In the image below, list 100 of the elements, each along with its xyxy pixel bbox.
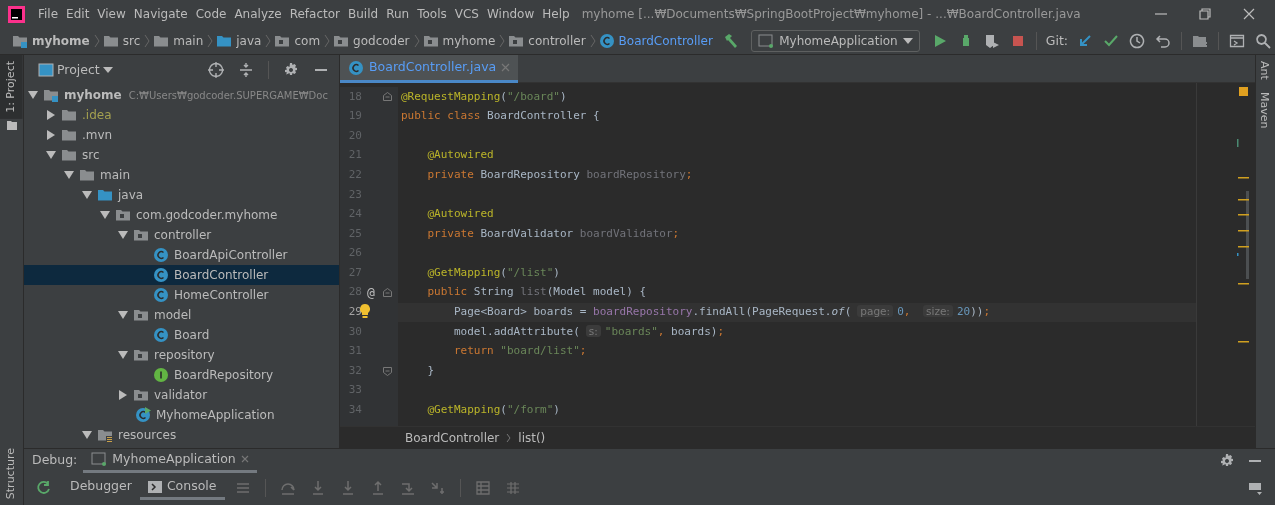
menu-item[interactable]: Run (382, 5, 414, 23)
window-icon (758, 34, 775, 48)
folder-icon (133, 387, 149, 403)
folder-grid-icon[interactable] (1192, 33, 1208, 49)
gutter-marker[interactable]: @ (362, 283, 380, 303)
restore-icon[interactable] (1197, 6, 1213, 22)
menu-item[interactable]: View (93, 5, 130, 23)
expanded-arrow-icon[interactable] (28, 90, 38, 100)
collapsed-arrow-icon[interactable] (118, 390, 128, 400)
tool-window-tab[interactable]: Ant (1256, 55, 1275, 86)
breadcrumb[interactable]: BoardController (617, 32, 714, 50)
tree-item[interactable]: java (24, 185, 339, 205)
tree-item[interactable]: BoardRepository (24, 365, 339, 385)
code-line: @Autowired (426, 147, 494, 164)
tree-item[interactable]: resources (24, 425, 339, 445)
window-icon (91, 452, 108, 466)
fold-icon[interactable] (382, 288, 392, 298)
class-icon (153, 247, 169, 263)
tool-window-tab[interactable]: 1: Project (0, 55, 23, 119)
lightbulb-icon[interactable] (360, 304, 370, 319)
caret-icon (902, 37, 913, 45)
tree-item[interactable]: .mvn (24, 125, 339, 145)
menu-item[interactable]: Code (191, 5, 231, 23)
menu-item[interactable]: File (34, 5, 63, 23)
gear-icon[interactable] (283, 62, 299, 78)
run-configuration-dropdown[interactable]: MyhomeApplication (751, 30, 920, 52)
panel-title-dropdown[interactable]: Project (34, 60, 117, 80)
tree-item[interactable]: MyhomeApplication (24, 405, 339, 425)
menu-item[interactable]: Refactor (285, 5, 345, 23)
folder-icon (115, 207, 131, 223)
tree-item[interactable]: BoardApiController (24, 245, 339, 265)
chevron-icon (506, 432, 512, 443)
window-title: myhome [...₩Documents₩SpringBootProject₩myhome] - ...₩BoardController.java (581, 6, 1081, 23)
tree-item[interactable]: main (24, 165, 339, 185)
code-line: @RequestMapping("/board") (400, 88, 567, 105)
code-line: @GetMapping("/list") (426, 264, 560, 281)
terminal-window-icon[interactable] (1229, 33, 1245, 49)
search-icon[interactable] (1255, 33, 1271, 49)
panel-tab[interactable]: Console (139, 476, 225, 500)
breadcrumb[interactable]: list() (517, 428, 547, 447)
breadcrumb[interactable]: src (121, 32, 142, 50)
fold-icon[interactable] (382, 366, 392, 376)
editor-tab[interactable]: BoardController.java (340, 55, 519, 83)
tree-item[interactable]: Board (24, 325, 339, 345)
expanded-arrow-icon[interactable] (118, 350, 128, 360)
console-icon (147, 480, 162, 493)
session-tab[interactable]: MyhomeApplication (83, 448, 257, 473)
code-line: } (426, 362, 435, 379)
menu-item[interactable]: Analyze (230, 5, 286, 23)
tree-item[interactable]: validator (24, 385, 339, 405)
menu-item[interactable]: Tools (413, 5, 451, 23)
folder-icon (79, 167, 95, 183)
clock-icon[interactable] (1129, 33, 1145, 49)
breadcrumb[interactable]: main (172, 32, 205, 50)
code-line: private BoardRepository boardRepository; (426, 166, 693, 183)
expanded-arrow-icon[interactable] (82, 430, 92, 440)
menu-item[interactable]: Edit (62, 5, 94, 23)
breadcrumb[interactable]: BoardController (404, 428, 501, 447)
tool-window-tab[interactable]: Maven (1256, 85, 1275, 135)
undo-icon[interactable] (1155, 33, 1171, 49)
tree-item[interactable]: myhome C:₩Users₩godcoder.SUPERGAME₩Doc (24, 85, 339, 105)
tree-item[interactable]: BoardController (24, 265, 339, 285)
tree-item[interactable]: controller (24, 225, 339, 245)
breadcrumb[interactable]: godcoder (352, 32, 411, 50)
breadcrumb[interactable]: controller (527, 32, 587, 50)
folder-icon (508, 33, 525, 49)
gear-icon[interactable] (1219, 452, 1235, 469)
interface-icon (153, 367, 169, 383)
close-icon[interactable] (1241, 6, 1257, 22)
folder-icon (102, 33, 119, 49)
fold-icon[interactable] (382, 92, 392, 102)
tree-item[interactable]: com.godcoder.myhome (24, 205, 339, 225)
breadcrumb[interactable]: com (293, 32, 322, 50)
breadcrumb[interactable]: myhome (441, 32, 497, 50)
tree-item[interactable]: src (24, 145, 339, 165)
tree-item[interactable]: .idea (24, 105, 339, 125)
update-arrow-icon[interactable] (1077, 33, 1093, 49)
hammer-icon[interactable] (723, 33, 740, 49)
menu-item[interactable]: Build (344, 5, 383, 23)
code-line: @GetMapping("/form") (426, 402, 560, 419)
chevron-icon (265, 34, 272, 48)
menu-item[interactable]: Help (538, 5, 574, 23)
folder-icon (61, 107, 77, 123)
tool-window-tab[interactable]: Structure (0, 441, 23, 505)
crosshair-icon[interactable] (208, 62, 224, 78)
module-icon (12, 33, 28, 49)
tree-item[interactable]: repository (24, 345, 339, 365)
tree-item[interactable]: model (24, 305, 339, 325)
folder-icon (216, 33, 233, 49)
breadcrumb[interactable]: java (235, 32, 263, 50)
collapse-all-icon[interactable] (238, 62, 254, 78)
menu-item[interactable]: VCS (450, 5, 483, 23)
tree-item[interactable]: HomeController (24, 285, 339, 305)
breadcrumb[interactable]: myhome (31, 32, 91, 50)
menu-item[interactable]: Window (482, 5, 539, 23)
expanded-arrow-icon[interactable] (118, 310, 128, 320)
panel-tab[interactable]: Debugger (62, 476, 140, 500)
rerun-icon[interactable] (36, 480, 52, 496)
checkmark-icon[interactable] (1103, 33, 1119, 49)
menu-item[interactable]: Navigate (129, 5, 192, 23)
